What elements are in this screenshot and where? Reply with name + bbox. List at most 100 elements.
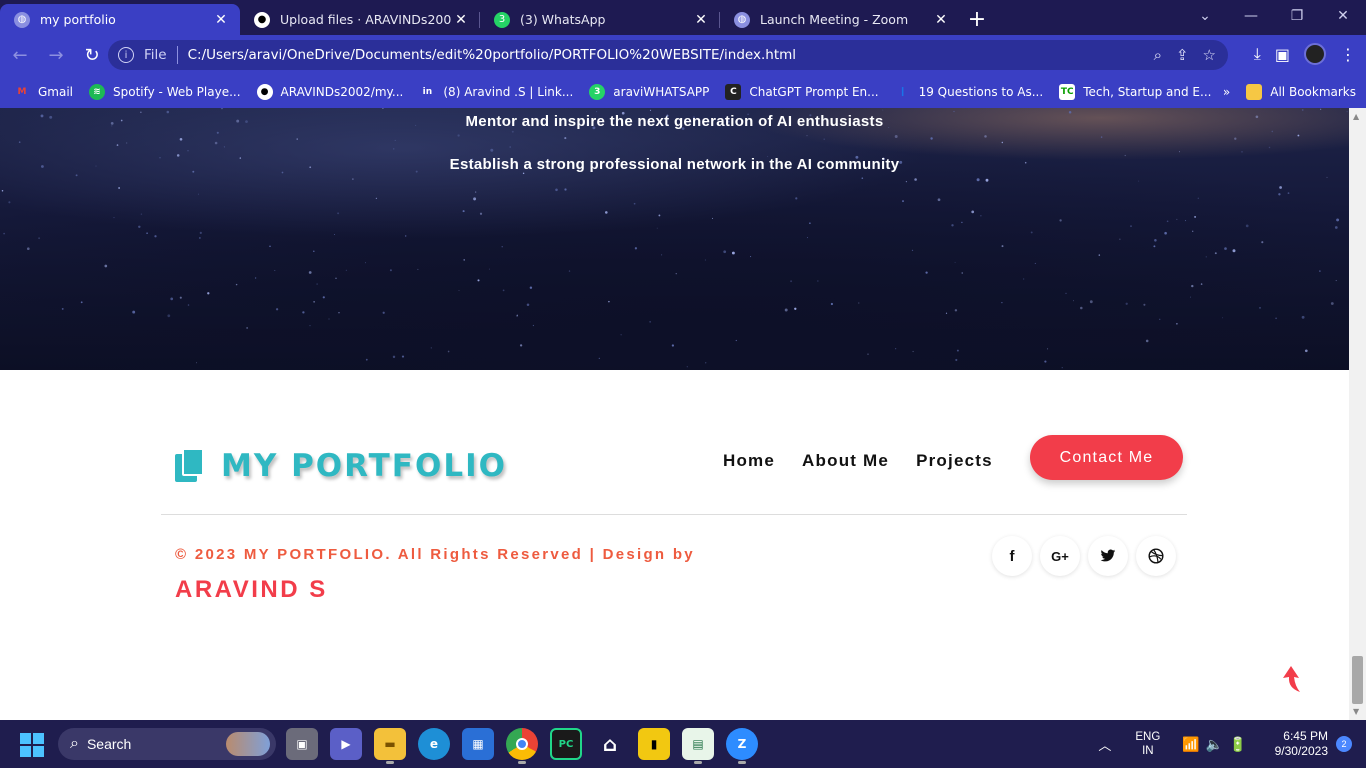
side-panel-icon[interactable]: ▣ [1275, 45, 1290, 64]
bookmark-gmail[interactable]: M Gmail [14, 84, 74, 100]
clock[interactable]: 6:45 PM 9/30/2023 [1275, 729, 1328, 759]
scroll-to-top-icon[interactable] [1280, 664, 1302, 694]
restore-icon[interactable]: ❐ [1274, 0, 1320, 32]
page-viewport: Mentor and inspire the next generation o… [0, 108, 1349, 720]
twitter-icon[interactable] [1088, 536, 1128, 576]
close-window-icon[interactable]: ✕ [1320, 0, 1366, 32]
edge-icon[interactable]: e [418, 728, 450, 760]
network-volume-battery-icons[interactable]: 📶🔈🔋 [1182, 736, 1252, 753]
bookmark-19-questions[interactable]: ❙ 19 Questions to As... [895, 84, 1043, 100]
power-bi-icon[interactable]: ▮ [638, 728, 670, 760]
tab-whatsapp[interactable]: 3 (3) WhatsApp ✕ [480, 4, 720, 35]
search-highlight-art [226, 732, 270, 756]
chrome-icon[interactable] [506, 728, 538, 764]
nav-home-link[interactable]: Home [723, 451, 775, 471]
brand-name: MY PORTFOLIO [221, 448, 507, 484]
scrollbar-thumb[interactable] [1352, 656, 1363, 704]
scroll-up-icon[interactable]: ▲ [1353, 112, 1359, 121]
bookmark-whatsapp[interactable]: 3 araviWHATSAPP [589, 83, 709, 100]
facebook-icon[interactable]: f [992, 536, 1032, 576]
page-scrollbar[interactable]: ▲ ▼ [1349, 108, 1366, 720]
notification-badge[interactable]: 2 [1336, 736, 1352, 752]
tab-my-portfolio[interactable]: ◍ my portfolio ✕ [0, 4, 240, 35]
search-icon: ⌕ [70, 735, 79, 752]
bookmark-star-icon[interactable]: ☆ [1203, 46, 1216, 64]
tab-title: my portfolio [40, 12, 116, 27]
tab-upload-files[interactable]: ● Upload files · ARAVINDs2002/M ✕ [240, 4, 480, 35]
excel-chart-icon[interactable]: ▤ [682, 728, 714, 764]
more-bookmarks-icon[interactable]: » [1223, 85, 1230, 99]
whatsapp-icon: 3 [494, 11, 510, 28]
tab-strip: ◍ my portfolio ✕ ● Upload files · ARAVIN… [0, 0, 1366, 35]
github-icon: ● [256, 83, 273, 100]
chatgpt-icon: C [725, 83, 742, 100]
bookmarks-bar: M Gmail ≋ Spotify - Web Playe... ● ARAVINDs… [0, 75, 1366, 108]
cleaner-app-icon[interactable]: ⌂ [594, 728, 626, 760]
whatsapp-icon: 3 [589, 83, 606, 100]
input-language[interactable]: ENG IN [1135, 730, 1160, 758]
download-icon[interactable]: ⤓ [1254, 44, 1261, 64]
microsoft-store-icon[interactable]: ▦ [462, 728, 494, 760]
bookmark-chatgpt[interactable]: C ChatGPT Prompt En... [725, 83, 879, 100]
pycharm-icon[interactable]: PC [550, 728, 582, 760]
starfield-decoration [1, 108, 1348, 369]
tab-zoom[interactable]: ◍ Launch Meeting - Zoom ✕ [720, 4, 960, 35]
windows-taskbar: ⌕ Search ▣ ▶ ▬ e ▦ PC ⌂ ▮ ▤ Z ︿ ENG IN 📶… [0, 720, 1366, 768]
close-tab-icon[interactable]: ✕ [932, 12, 950, 28]
social-links: f G+ [992, 536, 1176, 576]
close-tab-icon[interactable]: ✕ [452, 12, 470, 28]
taskbar-search[interactable]: ⌕ Search [58, 728, 276, 760]
bookmark-github[interactable]: ● ARAVINDs2002/my... [256, 83, 403, 100]
nav-projects-link[interactable]: Projects [916, 451, 993, 471]
share-icon[interactable]: ⇪ [1176, 46, 1189, 64]
all-bookmarks-button[interactable]: All Bookmarks [1246, 83, 1356, 100]
menu-icon[interactable]: ⋮ [1340, 45, 1356, 64]
bookmark-techcrunch[interactable]: TC Tech, Startup and E... [1059, 83, 1211, 100]
footer-logo[interactable]: MY PORTFOLIO [175, 448, 507, 484]
taskbar-apps: ▣ ▶ ▬ e ▦ PC ⌂ ▮ ▤ Z [286, 728, 758, 764]
globe-icon: ◍ [734, 11, 750, 28]
search-placeholder: Search [86, 736, 132, 752]
footer-divider [161, 514, 1187, 515]
scroll-down-icon[interactable]: ▼ [1353, 707, 1359, 716]
profile-avatar[interactable] [1304, 43, 1326, 65]
show-hidden-icons-icon[interactable]: ︿ [1098, 735, 1111, 754]
copy-icon [175, 448, 205, 484]
info-icon[interactable]: i [118, 47, 134, 63]
nav-about-link[interactable]: About Me [802, 451, 889, 471]
reload-button[interactable]: ↻ [76, 39, 108, 71]
globe-icon: ◍ [14, 11, 30, 28]
dribbble-icon[interactable] [1136, 536, 1176, 576]
bookmark-spotify[interactable]: ≋ Spotify - Web Playe... [89, 83, 241, 100]
contact-me-button[interactable]: Contact Me [1030, 435, 1183, 480]
zoom-icon[interactable]: ⌕ [1154, 46, 1162, 64]
goal-item: Establish a strong professional network … [449, 156, 900, 173]
footer-nav: Home About Me Projects [723, 451, 993, 471]
address-bar[interactable]: i File C:/Users/aravi/OneDrive/Documents… [108, 40, 1228, 70]
tab-search-chevron-icon[interactable]: ⌄ [1182, 0, 1228, 32]
tab-title: (3) WhatsApp [520, 12, 606, 27]
close-tab-icon[interactable]: ✕ [692, 12, 710, 28]
google-plus-icon[interactable]: G+ [1040, 536, 1080, 576]
file-explorer-icon[interactable]: ▬ [374, 728, 406, 764]
new-tab-button[interactable]: + [960, 4, 994, 35]
back-button[interactable]: ← [4, 39, 36, 71]
forward-button[interactable]: → [40, 39, 72, 71]
close-tab-icon[interactable]: ✕ [212, 12, 230, 28]
url-text[interactable]: C:/Users/aravi/OneDrive/Documents/edit%2… [188, 47, 1154, 63]
copyright-text: © 2023 MY PORTFOLIO. All Rights Reserved… [175, 546, 695, 563]
meet-chat-icon[interactable]: ▶ [330, 728, 362, 760]
tab-title: Launch Meeting - Zoom [760, 12, 909, 27]
spotify-icon: ≋ [89, 83, 106, 100]
minimize-icon[interactable]: — [1228, 0, 1274, 32]
goals-section-background: Mentor and inspire the next generation o… [0, 108, 1349, 370]
tab-title: Upload files · ARAVINDs2002/M [280, 12, 452, 27]
gmail-icon: M [17, 86, 27, 97]
zoom-icon[interactable]: Z [726, 728, 758, 764]
github-icon: ● [254, 11, 270, 28]
windows-start-icon[interactable] [20, 733, 44, 757]
bookmark-linkedin[interactable]: in (8) Aravind .S | Link... [419, 84, 574, 100]
system-tray: ︿ ENG IN 📶🔈🔋 6:45 PM 9/30/2023 2 [1098, 720, 1366, 768]
bookmark-icon: ❙ [898, 86, 907, 97]
task-view-icon[interactable]: ▣ [286, 728, 318, 760]
